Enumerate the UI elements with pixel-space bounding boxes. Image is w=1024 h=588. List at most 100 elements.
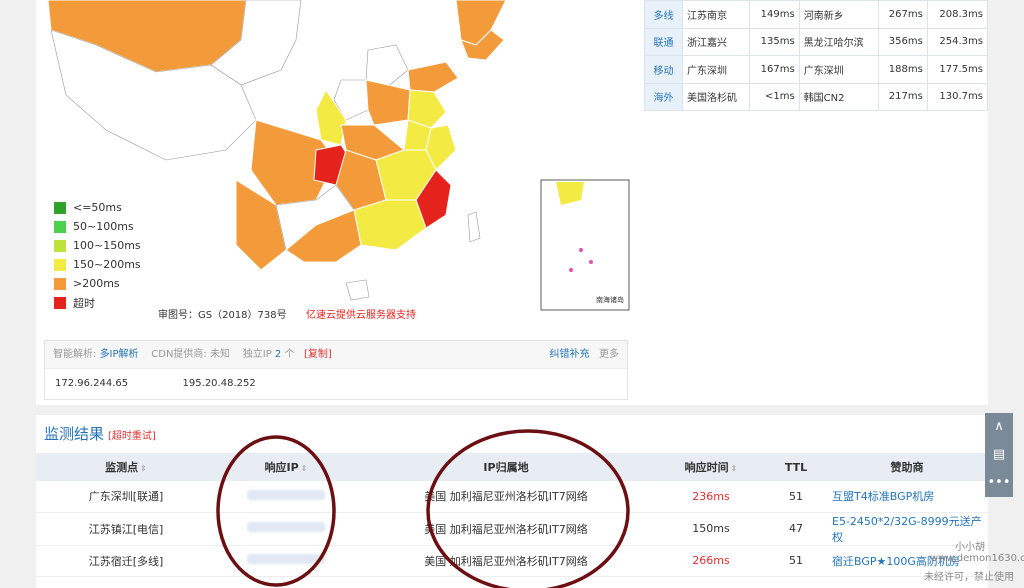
cell-point: 江苏宿迁[多线] [36, 545, 216, 577]
unique-ip-label: 独立IP [242, 349, 272, 360]
report-error-link[interactable]: 纠错补充 [549, 349, 589, 360]
legend-swatch [54, 239, 66, 252]
legend-label: 超时 [73, 296, 95, 310]
legend-label: 50~100ms [73, 220, 134, 233]
ping-cell-city2: 黑龙江哈尔滨 [798, 27, 879, 56]
inset-label: 南海诸岛 [596, 295, 624, 304]
legend-label: 100~150ms [73, 239, 141, 252]
cell-time: 150ms [656, 512, 766, 546]
region-guangdong[interactable] [353, 199, 427, 251]
col-response-time[interactable]: 响应时间 ⇕ [656, 453, 766, 481]
legend-swatch [54, 258, 66, 271]
feedback-button[interactable]: ▤ [985, 441, 1013, 469]
ip-list: 172.96.244.65 195.20.48.252 [45, 369, 627, 399]
ping-cell-isp: 移动 [644, 55, 683, 84]
ping-row: 多线 江苏南京 149ms 河南新乡 267ms 208.3ms [644, 0, 989, 29]
cell-point: 江苏镇江[电信] [36, 512, 216, 546]
watermark-name: 小小胡 [955, 542, 985, 553]
ping-row: 移动 广东深圳 167ms 广东深圳 188ms 177.5ms [644, 55, 989, 84]
ip-address[interactable]: 195.20.48.252 [183, 378, 256, 389]
legend-swatch [54, 220, 66, 233]
map-card: 南海诸岛 <=50ms 50~100ms 100~150ms 150~200ms >20… [36, 0, 989, 405]
retry-timeout-button[interactable]: [超时重试] [108, 427, 156, 442]
south-china-sea-inset [540, 179, 630, 311]
unique-ip-unit: 个 [284, 349, 295, 360]
cell-time: 266ms [656, 545, 766, 577]
ping-cell-city2: 韩国CN2 [798, 82, 879, 111]
legend-label: 150~200ms [73, 258, 141, 271]
chevron-up-icon: ∧ [994, 419, 1004, 434]
cell-ttl: 47 [766, 512, 826, 546]
legend-item: 50~100ms [54, 217, 141, 236]
legend-item: 100~150ms [54, 236, 141, 255]
ping-cell-city2: 河南新乡 [798, 0, 879, 29]
sort-icon[interactable]: ⇕ [140, 464, 147, 473]
sort-icon[interactable]: ⇕ [731, 464, 738, 473]
map-license: 审图号：GS（2018）738号 [158, 310, 287, 321]
region-taiwan[interactable] [467, 211, 481, 243]
hand-drawn-circle-location [426, 429, 630, 588]
ip-info-header: 智能解析: 多IP解析 CDN提供商: 未知 独立IP 2 个 [复制] 纠错补… [45, 341, 627, 369]
chat-icon: ▤ [992, 447, 1006, 462]
watermark-url: www.demon1630.cf [930, 553, 1024, 564]
ping-row: 海外 美国洛杉矶 <1ms 韩国CN2 217ms 130.7ms [644, 82, 989, 111]
region-henan[interactable] [365, 79, 411, 126]
ping-cell-avg: 208.3ms [926, 0, 989, 29]
legend-label: >200ms [73, 277, 120, 290]
cell-sponsor[interactable]: 互盟T4标准BGP机房 [826, 481, 988, 513]
legend-swatch [54, 296, 66, 309]
ping-cell-isp: 联通 [644, 27, 683, 56]
ip-info-box: 智能解析: 多IP解析 CDN提供商: 未知 独立IP 2 个 [复制] 纠错补… [44, 340, 628, 400]
region-hainan[interactable] [345, 279, 370, 301]
ping-cell-city2: 广东深圳 [798, 55, 879, 84]
unique-ip-count: 2 [274, 349, 282, 360]
watermark-notice: 未经许可，禁止使用 [924, 572, 1014, 583]
map-sponsor-note[interactable]: 亿速云提供云服务器支持 [306, 306, 416, 321]
ping-cell-ms1: 135ms [749, 27, 800, 56]
ping-cell-ms1: 149ms [749, 0, 800, 29]
ip-address[interactable]: 172.96.244.65 [55, 378, 128, 389]
cell-ttl: 51 [766, 481, 826, 513]
ping-cell-avg: 254.3ms [926, 27, 989, 56]
ping-row: 联通 浙江嘉兴 135ms 黑龙江哈尔滨 356ms 254.3ms [644, 27, 989, 56]
scroll-top-button[interactable]: ∧ [985, 413, 1013, 441]
region-shandong[interactable] [407, 61, 459, 93]
cell-point: 广东深圳[联通] [36, 481, 216, 513]
more-link[interactable]: 更多 [599, 349, 619, 360]
results-title: 监测结果 [44, 425, 105, 443]
legend-item: 150~200ms [54, 255, 141, 274]
ping-cell-ms2: 356ms [877, 27, 928, 56]
col-monitor-point[interactable]: 监测点 ⇕ [36, 453, 216, 481]
ping-cell-isp: 多线 [644, 0, 683, 29]
isp-ping-table: 多线 江苏南京 149ms 河南新乡 267ms 208.3ms 联通 浙江嘉兴 135ms 黑龙… [644, 0, 989, 111]
more-options-button[interactable]: ••• [985, 469, 1013, 497]
ping-cell-city1: 美国洛杉矶 [681, 82, 751, 111]
monitor-results: 监测结果 [超时重试] 监测点 ⇕ 响应IP ⇕ IP归属地 响应时间 ⇕ TTL 赞… [36, 415, 988, 588]
cell-ttl: 51 [766, 545, 826, 577]
ping-cell-ms2: 267ms [877, 0, 928, 29]
col-ttl: TTL [766, 453, 826, 481]
ping-cell-avg: 130.7ms [926, 82, 989, 111]
ping-cell-ms2: 217ms [877, 82, 928, 111]
ping-cell-city1: 广东深圳 [681, 55, 751, 84]
legend-item: 超时 [54, 293, 141, 312]
legend-item: >200ms [54, 274, 141, 293]
latency-legend: <=50ms 50~100ms 100~150ms 150~200ms >200ms 超时 [54, 198, 141, 312]
ping-cell-avg: 177.5ms [926, 55, 989, 84]
ping-cell-ms1: 167ms [749, 55, 800, 84]
legend-swatch [54, 201, 66, 214]
hand-drawn-circle-ip [216, 435, 336, 587]
ping-cell-isp: 海外 [644, 82, 683, 111]
cell-time: 236ms [656, 481, 766, 513]
smart-dns-value[interactable]: 多IP解析 [100, 349, 139, 360]
col-sponsor: 赞助商 [826, 453, 988, 481]
more-dots-icon: ••• [987, 475, 1011, 490]
legend-swatch [54, 277, 66, 290]
ping-cell-ms1: <1ms [749, 82, 800, 111]
cdn-provider: CDN提供商: 未知 [151, 349, 230, 360]
legend-label: <=50ms [73, 201, 122, 214]
copy-button[interactable]: [复制] [304, 349, 332, 360]
ping-cell-city1: 江苏南京 [681, 0, 751, 29]
ping-cell-city1: 浙江嘉兴 [681, 27, 751, 56]
ping-cell-ms2: 188ms [877, 55, 928, 84]
